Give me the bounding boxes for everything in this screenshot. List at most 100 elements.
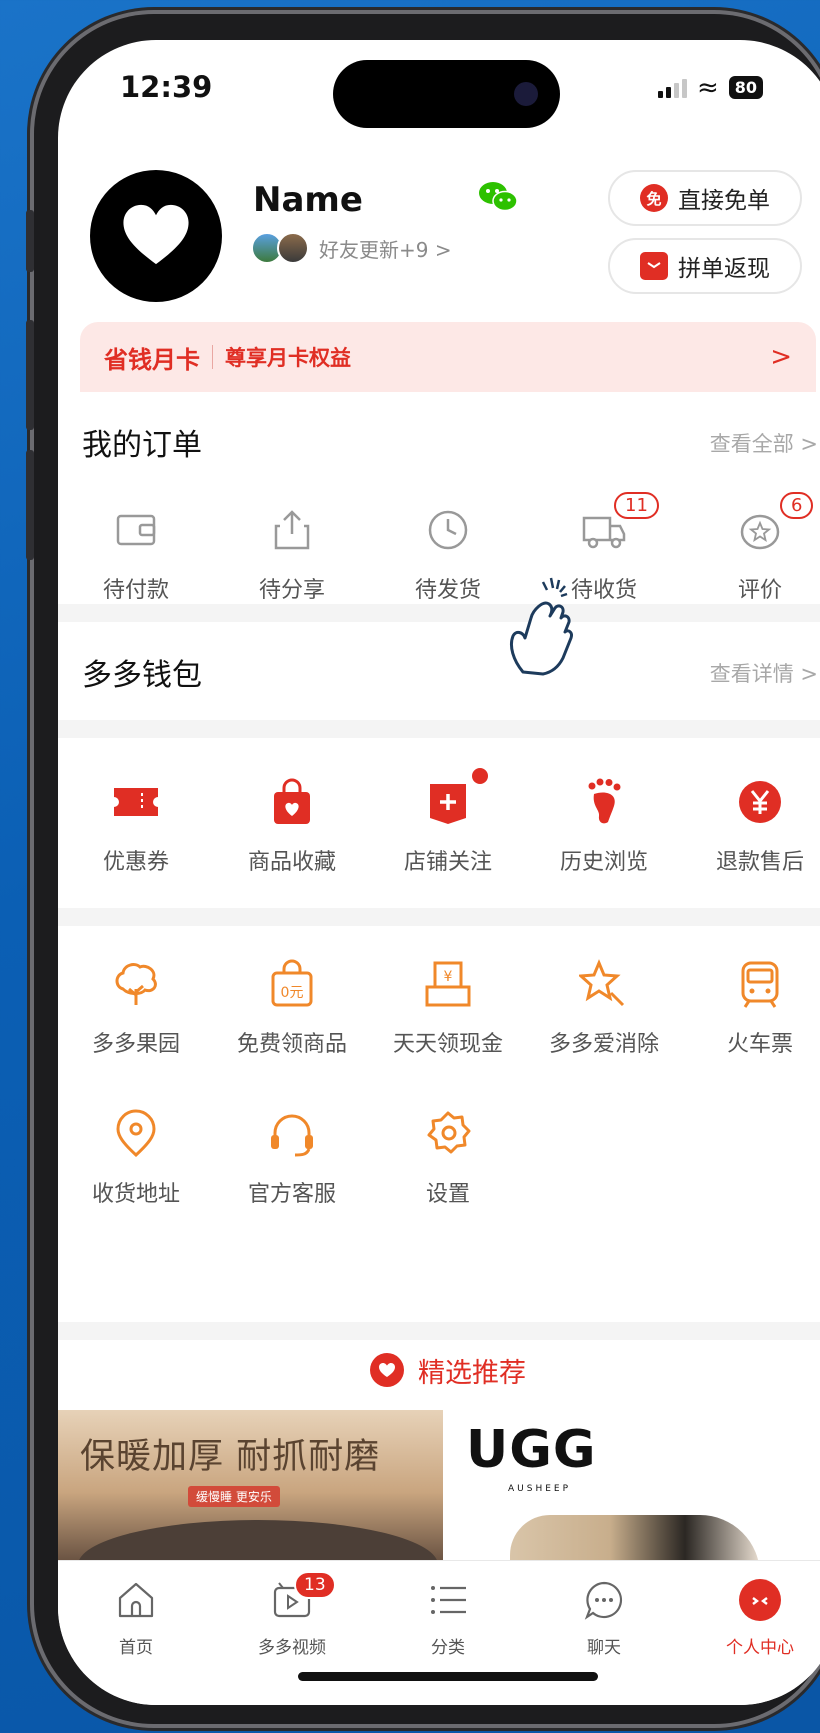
notification-dot xyxy=(472,768,488,784)
home-indicator[interactable] xyxy=(298,1672,598,1681)
service-refunds[interactable]: 退款售后 xyxy=(682,774,820,876)
signal-icon xyxy=(658,78,687,98)
tool-label: 天天领现金 xyxy=(392,1032,503,1057)
recommend-heart-icon xyxy=(370,1353,404,1387)
tab-chat[interactable]: 聊天 xyxy=(526,1577,682,1705)
tool-label: 多多爱消除 xyxy=(548,1032,659,1057)
location-icon xyxy=(108,1106,164,1162)
free-order-label: 直接免单 xyxy=(678,188,770,214)
tab-label: 个人中心 xyxy=(726,1638,794,1658)
tools-row-1: 多多果园 0元 免费领商品 ¥ 天天领现金 多多爱消除 火车票 xyxy=(58,956,820,1058)
service-label: 优惠券 xyxy=(102,850,169,875)
cashback-button[interactable]: 拼单返现 xyxy=(608,238,802,294)
service-label: 店铺关注 xyxy=(403,850,492,875)
tool-address[interactable]: 收货地址 xyxy=(58,1106,214,1208)
order-pending-share[interactable]: 待分享 xyxy=(214,502,370,604)
friends-update-text: 好友更新+9 > xyxy=(319,237,452,262)
tools-row-2: 收货地址 官方客服 设置 xyxy=(58,1106,820,1208)
tool-customer-service[interactable]: 官方客服 xyxy=(214,1106,370,1208)
order-label: 待分享 xyxy=(258,578,325,603)
tab-label: 分类 xyxy=(431,1638,465,1658)
cash-glyph: ¥ xyxy=(444,969,453,985)
friend-avatar xyxy=(277,232,309,264)
red-envelope-icon xyxy=(640,252,668,280)
tool-match-game[interactable]: 多多爱消除 xyxy=(526,956,682,1058)
settings-icon xyxy=(420,1106,476,1162)
view-all-orders-link[interactable]: 查看全部 > xyxy=(710,428,818,458)
status-time: 12:39 xyxy=(120,70,213,104)
chat-icon xyxy=(581,1577,627,1623)
train-icon xyxy=(732,956,788,1012)
service-favorites[interactable]: 商品收藏 xyxy=(214,774,370,876)
tool-train-tickets[interactable]: 火车票 xyxy=(682,956,820,1058)
bottom-tab-bar: 首页 13 多多视频 分类 聊天 个人中心 xyxy=(58,1560,820,1705)
tab-label: 多多视频 xyxy=(258,1638,326,1658)
section-divider xyxy=(58,604,820,622)
badge-count: 6 xyxy=(780,492,814,519)
tool-orchard[interactable]: 多多果园 xyxy=(58,956,214,1058)
tool-free-item[interactable]: 0元 免费领商品 xyxy=(214,956,370,1058)
badge-count: 11 xyxy=(614,492,659,519)
volume-up-button xyxy=(26,320,34,430)
review-icon xyxy=(732,502,788,558)
headset-icon xyxy=(264,1106,320,1162)
status-bar: 12:39 ≈ 80 xyxy=(58,40,820,130)
section-divider xyxy=(58,720,820,738)
tab-profile[interactable]: 个人中心 xyxy=(682,1577,820,1705)
tool-label: 免费领商品 xyxy=(236,1032,347,1057)
service-coupons[interactable]: 优惠券 xyxy=(58,774,214,876)
product-card[interactable]: 保暖加厚 耐抓耐磨 缓慢睡 更安乐 xyxy=(58,1410,443,1560)
wechat-icon[interactable] xyxy=(478,180,518,214)
divider xyxy=(212,345,213,369)
tool-label: 多多果园 xyxy=(91,1032,180,1057)
recommend-title: 精选推荐 xyxy=(418,1357,526,1389)
list-icon xyxy=(425,1577,471,1623)
store-icon xyxy=(420,774,476,830)
cash-icon: ¥ xyxy=(420,956,476,1012)
tab-videos[interactable]: 13 多多视频 xyxy=(214,1571,370,1705)
refund-icon xyxy=(732,774,788,830)
order-label: 待发货 xyxy=(414,578,481,603)
service-history[interactable]: 历史浏览 xyxy=(526,774,682,876)
view-wallet-details-link[interactable]: 查看详情 > xyxy=(710,658,818,688)
free-item-glyph: 0元 xyxy=(281,985,304,1001)
service-label: 商品收藏 xyxy=(247,850,336,875)
services-section: 优惠券 商品收藏 店铺关注 历史浏览 退款售后 xyxy=(58,738,820,908)
status-icons: ≈ 80 xyxy=(658,72,764,103)
monthly-card-banner[interactable]: 省钱月卡 尊享月卡权益 > xyxy=(80,322,816,392)
section-divider xyxy=(58,908,820,926)
footprint-icon xyxy=(576,774,632,830)
tab-label: 聊天 xyxy=(587,1638,621,1658)
recommend-header: 精选推荐 xyxy=(58,1340,820,1400)
monthly-card-subtitle: 尊享月卡权益 xyxy=(225,346,351,370)
wallet-section[interactable]: 多多钱包 查看详情 > xyxy=(58,622,820,720)
tab-badge-count: 13 xyxy=(294,1571,336,1599)
services-row: 优惠券 商品收藏 店铺关注 历史浏览 退款售后 xyxy=(58,768,820,876)
order-pending-review[interactable]: 6 评价 xyxy=(682,492,820,604)
tab-categories[interactable]: 分类 xyxy=(370,1577,526,1705)
order-label: 待付款 xyxy=(102,578,169,603)
tool-label: 收货地址 xyxy=(91,1182,180,1207)
wallet-title: 多多钱包 xyxy=(82,658,202,693)
tab-home[interactable]: 首页 xyxy=(58,1577,214,1705)
tab-label: 首页 xyxy=(119,1638,153,1658)
star-icon xyxy=(576,956,632,1012)
service-followed-stores[interactable]: 店铺关注 xyxy=(370,768,526,876)
chevron-right-icon: > xyxy=(770,342,792,372)
service-label: 退款售后 xyxy=(715,850,804,875)
tool-settings[interactable]: 设置 xyxy=(370,1106,526,1208)
product-card[interactable]: UGG AUSHEEP xyxy=(450,1410,820,1560)
free-order-button[interactable]: 免 直接免单 xyxy=(608,170,802,226)
tool-daily-cash[interactable]: ¥ 天天领现金 xyxy=(370,956,526,1058)
order-label: 评价 xyxy=(737,578,782,603)
order-pending-payment[interactable]: 待付款 xyxy=(58,502,214,604)
tap-hand-icon xyxy=(509,577,573,676)
order-status-row: 待付款 待分享 待发货 11 待收货 6 评价 xyxy=(58,492,820,604)
wifi-icon: ≈ xyxy=(697,72,719,103)
brand-logo: UGG xyxy=(466,1420,597,1480)
friends-updates[interactable]: 好友更新+9 > xyxy=(251,232,452,264)
wallet-icon xyxy=(108,502,164,558)
avatar[interactable] xyxy=(90,170,222,302)
tools-section: 多多果园 0元 免费领商品 ¥ 天天领现金 多多爱消除 火车票 收货地址 官方客… xyxy=(58,926,820,1322)
profile-icon xyxy=(737,1577,783,1623)
